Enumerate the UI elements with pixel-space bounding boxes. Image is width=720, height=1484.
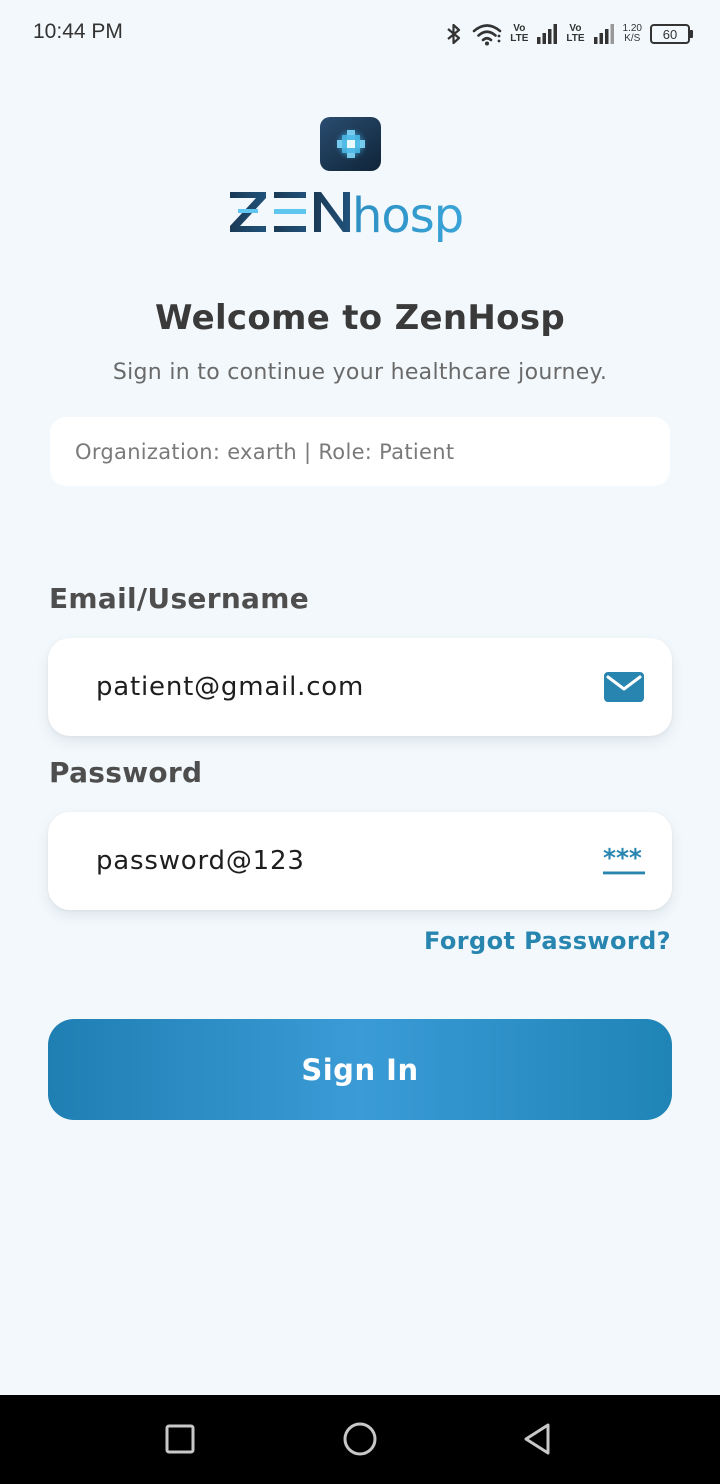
battery-level: 60 xyxy=(662,26,678,42)
volte-bottom-label: LTE xyxy=(566,33,585,44)
volte-bottom-label: LTE xyxy=(510,33,529,44)
home-icon[interactable] xyxy=(338,1417,382,1461)
password-field-container: *** xyxy=(48,812,672,910)
svg-text:***: *** xyxy=(603,845,642,873)
bluetooth-icon xyxy=(444,22,464,46)
back-icon[interactable] xyxy=(516,1417,560,1461)
network-speed: 1.20 K/S xyxy=(623,24,642,44)
volte-icon: Vo LTE xyxy=(566,24,584,44)
organization-role-info: Organization: exarth | Role: Patient xyxy=(50,417,670,486)
battery-icon: 60 xyxy=(650,24,693,44)
mail-icon xyxy=(603,671,645,703)
signal-icon xyxy=(536,23,558,45)
volte-icon: Vo LTE xyxy=(510,24,528,44)
page-title: Welcome to ZenHosp xyxy=(155,298,565,338)
page-subtitle: Sign in to continue your healthcare jour… xyxy=(112,360,608,385)
password-field[interactable] xyxy=(96,812,586,910)
logo-wordmark-text: hosp xyxy=(352,188,463,244)
login-screen: 10:44 PM Vo LTE Vo LTE 1.20 K/S 60 hosp … xyxy=(0,0,720,1484)
signal-icon xyxy=(593,23,615,45)
wifi-icon xyxy=(472,22,502,46)
status-bar: 10:44 PM Vo LTE Vo LTE 1.20 K/S 60 xyxy=(0,0,720,68)
system-nav-bar xyxy=(0,1395,720,1484)
network-speed-unit: K/S xyxy=(624,33,641,44)
forgot-password-link[interactable]: Forgot Password? xyxy=(424,927,671,955)
password-label: Password xyxy=(49,756,203,789)
email-label: Email/Username xyxy=(49,582,310,615)
email-field[interactable] xyxy=(96,638,586,736)
recents-icon[interactable] xyxy=(158,1417,202,1461)
password-icon[interactable]: *** xyxy=(603,845,645,877)
status-time: 10:44 PM xyxy=(33,20,123,43)
status-icons: Vo LTE Vo LTE 1.20 K/S 60 xyxy=(444,18,693,50)
sign-in-button[interactable]: Sign In xyxy=(48,1019,672,1120)
email-field-container xyxy=(48,638,672,736)
app-logo-wordmark: hosp xyxy=(228,180,494,244)
app-logo-icon xyxy=(320,117,381,171)
